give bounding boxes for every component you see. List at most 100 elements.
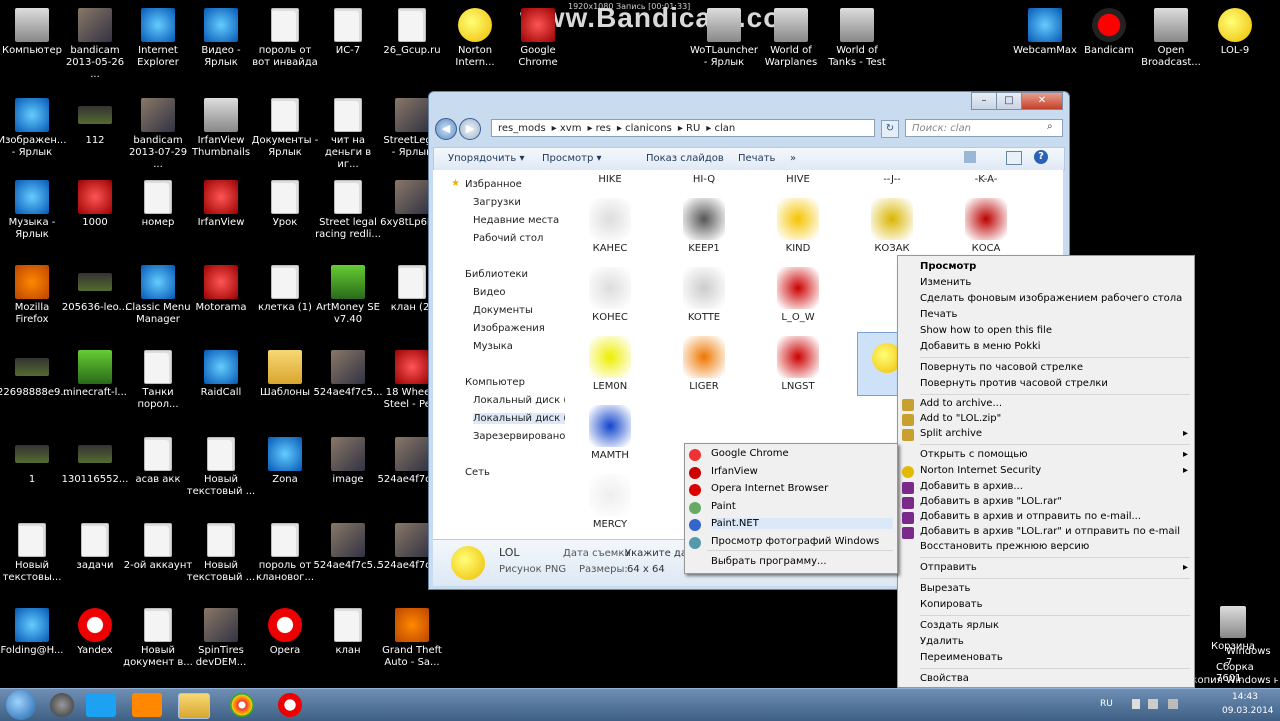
menu-rename[interactable]: Переименовать [920,652,1003,663]
desktop-icon[interactable]: Street legal racing redli... [313,180,383,241]
desktop-icon[interactable]: image [313,437,383,486]
file-item[interactable]: LEM0N [575,336,645,392]
desktop-icon[interactable]: пороль от клановог... [250,523,320,584]
menu-split-archive[interactable]: Split archive [920,428,982,439]
desktop-icon[interactable]: ArtMoney SE v7.40 [313,265,383,326]
desktop-icon[interactable]: bandicam 2013-07-29 ... [123,98,193,171]
desktop-icon[interactable]: Танки порол... [123,350,193,411]
menu-view[interactable]: Просмотр [920,261,976,272]
network-icon[interactable] [1132,699,1140,709]
menu-add-archive[interactable]: Add to archive... [920,398,1002,409]
desktop-icon[interactable]: LOL-9 [1200,8,1270,57]
menu-create-shortcut[interactable]: Создать ярлык [920,620,999,631]
view-mode-icon[interactable] [964,151,976,163]
slideshow-button[interactable]: Показ слайдов [646,153,724,164]
desktop-icon[interactable]: Zona [250,437,320,486]
selected-file-lol[interactable] [857,332,902,396]
forward-button[interactable]: ▶ [459,118,481,140]
start-button[interactable] [6,690,36,720]
desktop-icon[interactable]: Classic Menu Manager [123,265,193,326]
file-item[interactable]: L_O_W [763,267,833,323]
desktop-icon[interactable]: Mozilla Firefox [0,265,67,326]
nav-recent[interactable]: Недавние места [473,215,559,226]
menu-delete[interactable]: Удалить [920,636,964,647]
desktop-icon[interactable]: 1000 [60,180,130,229]
menu-set-wallpaper[interactable]: Сделать фоновым изображением рабочего ст… [920,293,1182,304]
view-button[interactable]: Просмотр ▾ [542,153,602,164]
file-item[interactable]: HIVE [763,174,833,185]
desktop-icon[interactable]: Open Broadcast... [1136,8,1206,69]
print-button[interactable]: Печать [738,153,775,164]
taskbar-explorer-icon[interactable] [178,693,210,719]
desktop-icon[interactable]: Google Chrome [503,8,573,69]
maximize-button[interactable]: □ [996,92,1022,110]
menu-add-email[interactable]: Добавить в архив и отправить по e-mail..… [920,511,1141,522]
desktop-icon[interactable]: Компьютер [0,8,67,57]
menu-restore-version[interactable]: Восстановить прежнюю версию [920,541,1089,552]
address-bar[interactable]: res_mods ▸ xvm ▸ res ▸ clanicons ▸ RU ▸ clan [491,119,875,137]
open-with-item[interactable]: Просмотр фотографий Windows [711,536,879,547]
desktop-icon[interactable]: Yandex [60,608,130,657]
file-item[interactable]: -K-A- [951,174,1021,185]
menu-open-with[interactable]: Открыть с помощью [920,449,1028,460]
file-item[interactable]: КАНЕС [575,198,645,254]
desktop-icon[interactable]: World of Warplanes [756,8,826,69]
menu-properties[interactable]: Свойства [920,673,969,684]
nav-images[interactable]: Изображения [473,323,545,334]
desktop-icon[interactable]: задачи [60,523,130,572]
preview-pane-icon[interactable] [1006,151,1022,165]
search-icon[interactable]: ⌕ [1047,121,1053,132]
desktop-icon[interactable]: асав акк [123,437,193,486]
open-with-item[interactable]: Opera Internet Browser [711,483,828,494]
nav-music[interactable]: Музыка [473,341,513,352]
help-icon[interactable]: ? [1034,150,1048,164]
desktop-icon[interactable]: IrfanView Thumbnails [186,98,256,159]
desktop-icon[interactable]: bandicam 2013-05-26 ... [60,8,130,81]
file-item[interactable]: КОСА [951,198,1021,254]
search-input[interactable]: Поиск: clan [905,119,1063,137]
menu-add-zip[interactable]: Add to "LOL.zip" [920,413,1001,424]
file-item[interactable]: KOTTE [669,267,739,323]
breadcrumb-3[interactable]: clanicons [625,123,672,134]
taskbar-twitter-icon[interactable] [86,693,116,717]
file-item[interactable]: KEEP1 [669,198,739,254]
desktop-icon[interactable]: WoTLauncher - Ярлык [689,8,759,69]
desktop-icon[interactable]: Новый текстовый ... [186,437,256,498]
file-item[interactable]: KIND [763,198,833,254]
desktop-icon[interactable]: Изображен... - Ярлык [0,98,67,159]
nav-favorites[interactable]: Избранное [465,179,522,190]
menu-how-to-open[interactable]: Show how to open this file [920,325,1052,336]
desktop-icon[interactable]: пороль от вот инвайда [250,8,320,69]
organize-button[interactable]: Упорядочить ▾ [448,153,524,164]
menu-add-rar[interactable]: Добавить в архив "LOL.rar" [920,496,1062,507]
menu-copy[interactable]: Копировать [920,599,982,610]
menu-send-to[interactable]: Отправить [920,562,977,573]
nav-reserved[interactable]: Зарезервировано с [473,431,565,442]
desktop-icon[interactable]: RaidCall [186,350,256,399]
nav-disk-d[interactable]: Локальный диск (D:) [473,413,565,424]
menu-cut[interactable]: Вырезать [920,583,970,594]
desktop-icon[interactable]: клан [313,608,383,657]
desktop-icon[interactable]: 524ae4f7c5... [313,350,383,399]
desktop-icon[interactable]: номер [123,180,193,229]
desktop-icon[interactable]: Opera [250,608,320,657]
desktop-icon[interactable]: Шаблоны [250,350,320,399]
desktop-icon[interactable]: чит на деньги в иг... [313,98,383,171]
taskbar-chrome-icon[interactable] [230,693,254,717]
file-item[interactable]: HIKE [575,174,645,185]
desktop-icon[interactable]: Документы - Ярлык [250,98,320,159]
volume-icon[interactable] [1148,699,1158,709]
desktop-icon[interactable]: Видео - Ярлык [186,8,256,69]
file-item[interactable]: КОНЕС [575,267,645,323]
desktop-icon[interactable]: Bandicam [1074,8,1144,57]
menu-norton[interactable]: Norton Internet Security [920,465,1041,476]
language-indicator[interactable]: RU [1100,699,1113,709]
open-with-item[interactable]: Выбрать программу... [711,556,827,567]
file-item[interactable]: HI-Q [669,174,739,185]
refresh-icon[interactable]: ↻ [881,120,899,138]
breadcrumb-2[interactable]: res [596,123,611,134]
nav-network[interactable]: Сеть [465,467,490,478]
desktop-icon[interactable]: Новый текстовы... [0,523,67,584]
desktop-icon[interactable]: Norton Intern... [440,8,510,69]
desktop-icon[interactable]: 205636-leo... [60,265,130,314]
